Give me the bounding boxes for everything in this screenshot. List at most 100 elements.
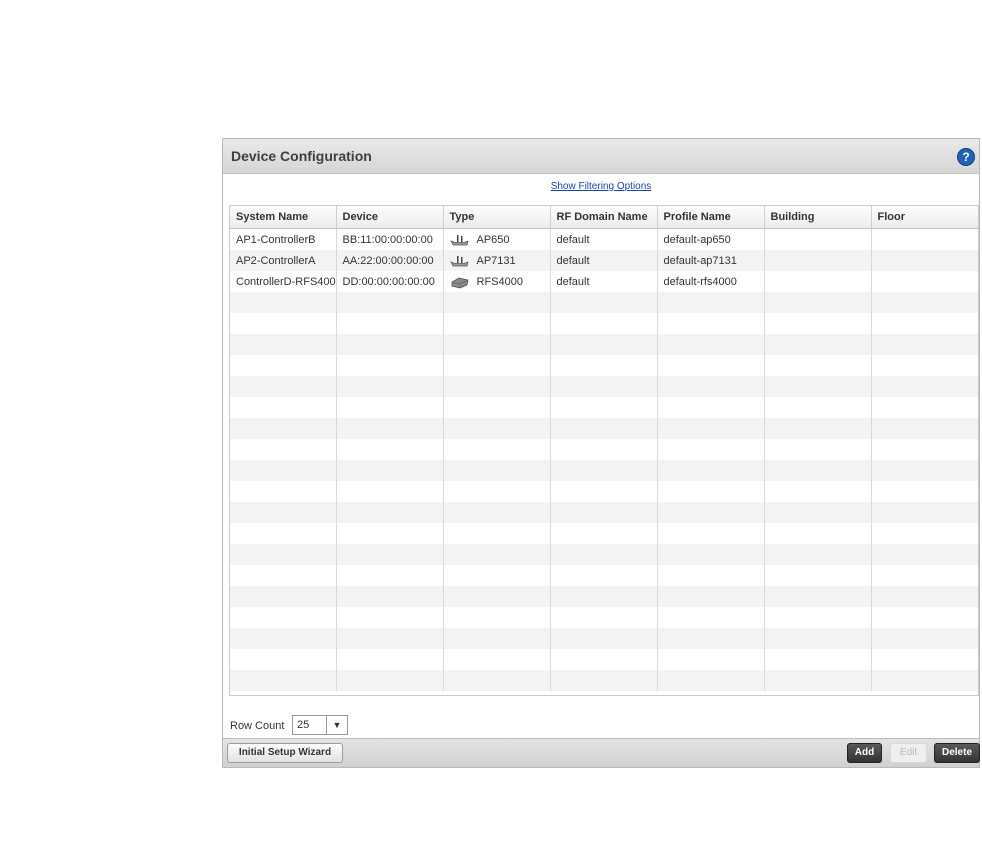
empty-cell <box>230 460 337 481</box>
empty-cell <box>657 397 765 418</box>
empty-cell <box>764 439 872 460</box>
column-header-building[interactable]: Building <box>764 206 872 229</box>
system-name-cell: ControllerD-RFS4000 <box>230 271 337 292</box>
row-count-select[interactable]: 25 ▼ <box>292 715 348 735</box>
empty-cell <box>230 397 337 418</box>
empty-table-row <box>230 628 978 649</box>
empty-cell <box>443 439 551 460</box>
empty-table-row <box>230 460 978 481</box>
empty-cell <box>764 418 872 439</box>
empty-cell <box>764 460 872 481</box>
empty-cell <box>336 313 444 334</box>
empty-table-row <box>230 376 978 397</box>
empty-cell <box>764 376 872 397</box>
empty-cell <box>230 334 337 355</box>
profile-name-cell: default-ap650 <box>657 228 765 250</box>
empty-table-row <box>230 565 978 586</box>
empty-cell <box>871 376 978 397</box>
type-cell: RFS4000 <box>443 271 551 292</box>
delete-button[interactable]: Delete <box>934 743 980 763</box>
empty-cell <box>657 418 765 439</box>
building-cell <box>764 228 872 250</box>
column-header-system-name[interactable]: System Name <box>230 206 337 229</box>
empty-cell <box>443 586 551 607</box>
help-icon[interactable]: ? <box>957 148 975 166</box>
empty-cell <box>871 523 978 544</box>
empty-cell <box>871 397 978 418</box>
empty-cell <box>443 397 551 418</box>
empty-cell <box>443 481 551 502</box>
table-row[interactable]: ControllerD-RFS4000 DD:00:00:00:00:00 RF… <box>230 271 978 292</box>
empty-cell <box>871 460 978 481</box>
empty-table-row <box>230 502 978 523</box>
rf-domain-cell: default <box>550 271 658 292</box>
rf-domain-cell: default <box>550 228 658 250</box>
panel-title: Device Configuration <box>231 148 372 164</box>
type-label: AP7131 <box>476 254 516 267</box>
device-cell: BB:11:00:00:00:00 <box>336 228 444 250</box>
system-name-cell: AP1-ControllerB <box>230 228 337 250</box>
table-row[interactable]: AP1-ControllerB BB:11:00:00:00:00 AP650 <box>230 228 978 250</box>
controller-icon <box>451 277 468 288</box>
empty-cell <box>443 418 551 439</box>
empty-cell <box>443 565 551 586</box>
empty-cell <box>764 313 872 334</box>
empty-cell <box>657 565 765 586</box>
type-label: AP650 <box>476 233 510 246</box>
empty-table-row <box>230 334 978 355</box>
empty-cell <box>443 670 551 691</box>
column-header-floor[interactable]: Floor <box>871 206 978 229</box>
empty-cell <box>550 334 658 355</box>
show-filtering-options-link[interactable]: Show Filtering Options <box>223 181 979 192</box>
column-header-profile-name[interactable]: Profile Name <box>657 206 765 229</box>
edit-button[interactable]: Edit <box>890 743 927 763</box>
empty-cell <box>657 376 765 397</box>
empty-cell <box>550 565 658 586</box>
floor-cell <box>871 271 978 292</box>
column-header-device[interactable]: Device <box>336 206 444 229</box>
floor-cell <box>871 228 978 250</box>
empty-cell <box>871 355 978 376</box>
empty-cell <box>764 481 872 502</box>
initial-setup-wizard-button[interactable]: Initial Setup Wizard <box>227 743 343 763</box>
empty-cell <box>443 355 551 376</box>
empty-cell <box>871 502 978 523</box>
empty-cell <box>230 670 337 691</box>
empty-cell <box>550 418 658 439</box>
add-button[interactable]: Add <box>847 743 882 763</box>
empty-cell <box>657 502 765 523</box>
table-header-row: System Name Device Type RF Domain Name P… <box>230 206 978 229</box>
empty-cell <box>230 565 337 586</box>
empty-cell <box>336 628 444 649</box>
panel-header: Device Configuration ? <box>223 139 979 174</box>
empty-cell <box>336 607 444 628</box>
empty-cell <box>657 292 765 313</box>
empty-table-row <box>230 523 978 544</box>
empty-cell <box>657 334 765 355</box>
empty-cell <box>336 334 444 355</box>
column-header-rf-domain-name[interactable]: RF Domain Name <box>550 206 658 229</box>
empty-table-row <box>230 481 978 502</box>
empty-cell <box>336 376 444 397</box>
empty-cell <box>336 292 444 313</box>
empty-cell <box>550 502 658 523</box>
empty-cell <box>550 586 658 607</box>
empty-cell <box>764 292 872 313</box>
empty-cell <box>871 544 978 565</box>
empty-cell <box>230 481 337 502</box>
empty-cell <box>336 544 444 565</box>
empty-cell <box>657 544 765 565</box>
empty-cell <box>230 502 337 523</box>
device-cell: DD:00:00:00:00:00 <box>336 271 444 292</box>
empty-cell <box>657 439 765 460</box>
empty-cell <box>230 355 337 376</box>
chevron-down-icon[interactable]: ▼ <box>326 716 347 734</box>
empty-cell <box>764 502 872 523</box>
empty-cell <box>336 418 444 439</box>
empty-table-row <box>230 670 978 691</box>
column-header-type[interactable]: Type <box>443 206 551 229</box>
empty-cell <box>550 649 658 670</box>
table-row[interactable]: AP2-ControllerA AA:22:00:00:00:00 AP7131 <box>230 250 978 271</box>
type-cell: AP7131 <box>443 250 551 271</box>
empty-table-row <box>230 313 978 334</box>
